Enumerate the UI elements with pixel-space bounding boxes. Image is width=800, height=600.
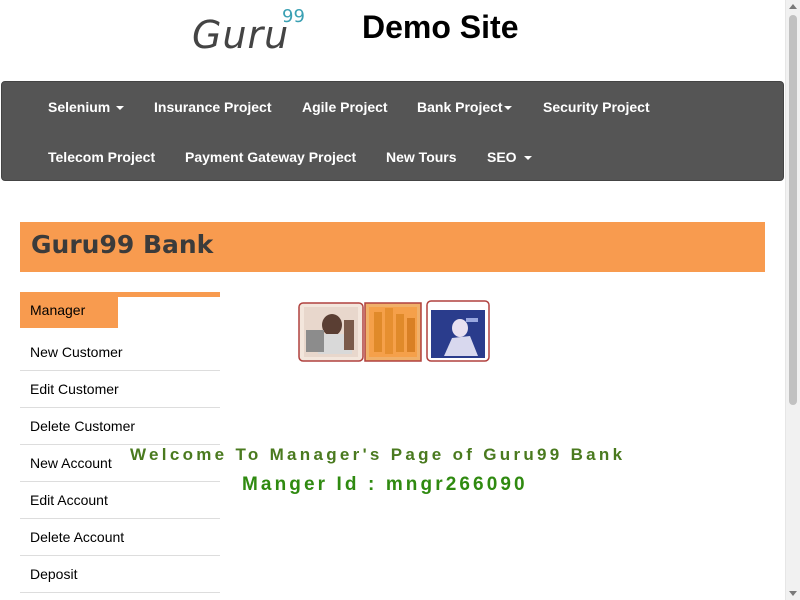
logo-text: Guru (192, 13, 289, 56)
nav-seo[interactable]: SEO (487, 132, 532, 182)
nav-selenium-label: Selenium (48, 99, 111, 115)
person-thinking-photo (426, 300, 490, 362)
nav-agile-project[interactable]: Agile Project (302, 82, 388, 132)
bank-title: Guru99 Bank (31, 230, 214, 259)
coins-stack-photo (364, 300, 422, 362)
page-scrollbar[interactable] (785, 0, 800, 600)
nav-agile-project-label: Agile Project (302, 99, 388, 115)
nav-telecom-project[interactable]: Telecom Project (48, 132, 155, 182)
nav-insurance-project-label: Insurance Project (154, 99, 272, 115)
menu-item-edit-account[interactable]: Edit Account (20, 482, 220, 519)
navbar-row-2: Telecom Project Payment Gateway Project … (2, 132, 783, 182)
navbar-row-1: Selenium Insurance Project Agile Project… (2, 82, 783, 132)
manager-id-text: Manger Id : mngr266090 (242, 474, 528, 495)
menu-item-delete-account[interactable]: Delete Account (20, 519, 220, 556)
scroll-up-icon[interactable] (789, 4, 797, 9)
nav-new-tours-label: New Tours (386, 149, 457, 165)
manager-menu: Manager New Customer Edit Customer Delet… (20, 292, 220, 593)
scroll-down-icon[interactable] (789, 591, 797, 596)
menu-item-new-customer[interactable]: New Customer (20, 334, 220, 371)
nav-bank-project-label: Bank Project (417, 99, 503, 115)
nav-selenium[interactable]: Selenium (48, 82, 125, 132)
menu-item-deposit[interactable]: Deposit (20, 556, 220, 593)
nav-payment-gateway-project[interactable]: Payment Gateway Project (185, 132, 356, 182)
welcome-message: Welcome To Manager's Page of Guru99 Bank (130, 445, 626, 464)
nav-new-tours[interactable]: New Tours (386, 132, 457, 182)
nav-telecom-project-label: Telecom Project (48, 149, 156, 165)
menu-item-manager[interactable]: Manager (20, 297, 118, 328)
menu-item-delete-customer[interactable]: Delete Customer (20, 408, 220, 445)
scroll-thumb[interactable] (789, 15, 797, 405)
logo-superscript: 99 (282, 6, 305, 27)
nav-insurance-project[interactable]: Insurance Project (154, 82, 272, 132)
nav-seo-label: SEO (487, 149, 517, 165)
nav-payment-gateway-project-label: Payment Gateway Project (185, 149, 357, 165)
man-at-desk-photo (298, 300, 364, 362)
chevron-down-icon (116, 106, 125, 111)
chevron-down-icon (503, 106, 512, 111)
main-navbar: Selenium Insurance Project Agile Project… (1, 81, 784, 181)
guru99-logo[interactable]: Guru 99 (190, 4, 310, 57)
site-title: Demo Site (362, 9, 519, 45)
bank-banner: Guru99 Bank (20, 222, 765, 272)
chevron-down-icon (523, 156, 532, 161)
nav-bank-project[interactable]: Bank Project (417, 82, 512, 132)
nav-security-project-label: Security Project (543, 99, 650, 115)
menu-item-edit-customer[interactable]: Edit Customer (20, 371, 220, 408)
nav-security-project[interactable]: Security Project (543, 82, 650, 132)
